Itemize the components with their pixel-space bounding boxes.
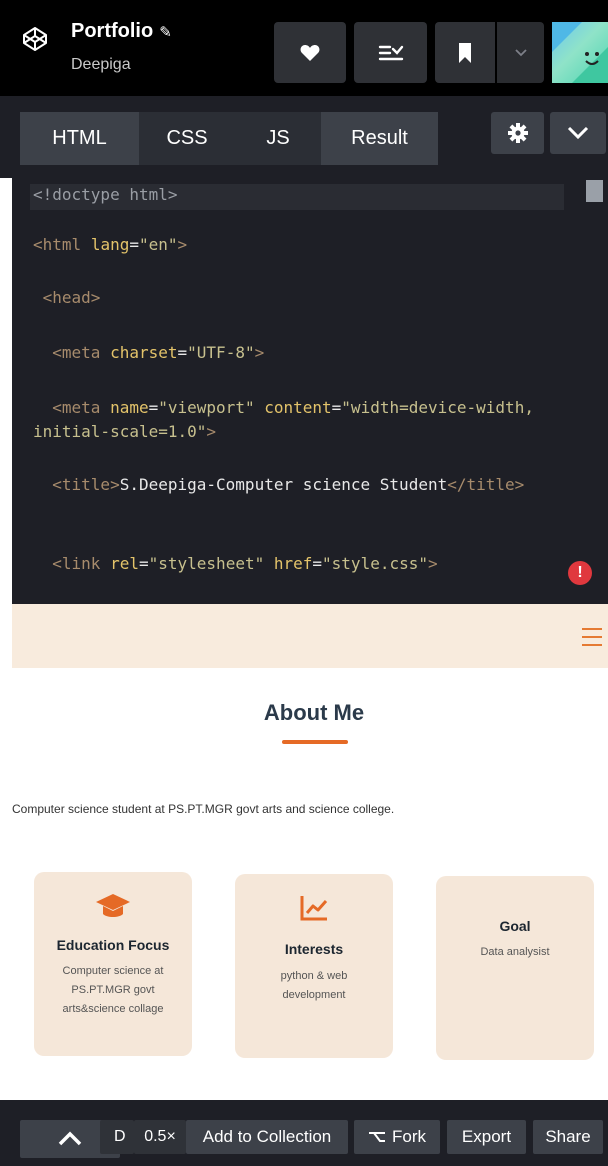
heart-icon: [300, 44, 320, 61]
share-button[interactable]: Share: [533, 1120, 603, 1154]
code-line: <head>: [42, 288, 101, 307]
preview-navbar: [12, 604, 608, 668]
avatar[interactable]: [552, 22, 608, 83]
chevron-down-icon: [514, 48, 527, 56]
about-description: Computer science student at PS.PT.MGR go…: [12, 802, 395, 816]
tab-result[interactable]: Result: [321, 112, 438, 165]
card-title: Interests: [284, 941, 344, 957]
fork-icon: [369, 1132, 385, 1142]
card-text: Data analysist: [480, 946, 550, 958]
add-to-collection-header-button[interactable]: [354, 22, 427, 83]
bookmark-icon: [459, 42, 471, 63]
bookmark-button[interactable]: [435, 22, 495, 83]
about-heading: About Me: [263, 700, 365, 725]
editor-tab-bar: HTML CSS JS Result: [0, 96, 608, 178]
zoom-level[interactable]: 0.5×: [134, 1120, 186, 1154]
fork-label: Fork: [392, 1127, 426, 1146]
like-button[interactable]: [274, 22, 346, 83]
pen-title[interactable]: Portfolio ✎: [71, 20, 172, 43]
bookmark-menu-button[interactable]: [497, 22, 544, 83]
code-line: <meta name="viewport" content="width=dev…: [33, 398, 544, 441]
tab-css[interactable]: CSS: [139, 112, 235, 165]
editor-settings-button[interactable]: [491, 112, 544, 154]
chevron-down-icon: [567, 126, 589, 140]
card-title: Goal: [499, 918, 531, 934]
card-icon-wrap: [34, 892, 192, 920]
bottom-toolbar: D 0.5× Add to Collection Fork Export Sha…: [0, 1100, 608, 1166]
card-education: Education Focus Computer science at PS.P…: [34, 872, 192, 1056]
chevron-up-icon: [58, 1131, 82, 1146]
code-line: <link rel="stylesheet" href="style.css">: [52, 554, 438, 573]
pen-header: Portfolio ✎ Deepiga: [0, 0, 608, 96]
avatar-face-icon: [552, 22, 608, 83]
pen-title-text: Portfolio: [71, 20, 154, 42]
collapse-editor-button[interactable]: [550, 112, 606, 154]
card-interests: Interests python & web development: [235, 874, 393, 1058]
console-button[interactable]: D: [100, 1120, 134, 1154]
code-line: <!doctype html>: [33, 185, 178, 204]
card-goal: Goal Data analysist: [436, 876, 594, 1060]
export-button[interactable]: Export: [447, 1120, 526, 1154]
fork-button[interactable]: Fork: [354, 1120, 440, 1154]
heading-underline: [282, 740, 348, 744]
card-text: Computer science at PS.PT.MGR govt arts&…: [62, 965, 164, 1015]
error-icon[interactable]: !: [568, 561, 592, 585]
hamburger-menu-icon[interactable]: [582, 628, 602, 646]
pen-author[interactable]: Deepiga: [71, 56, 131, 74]
codepen-logo-icon[interactable]: [22, 26, 48, 52]
code-line: <html lang="en">: [33, 235, 188, 254]
tab-html[interactable]: HTML: [20, 112, 139, 165]
card-icon-wrap: [235, 894, 393, 922]
add-to-collection-button[interactable]: Add to Collection: [186, 1120, 348, 1154]
graduation-cap-icon: [96, 894, 130, 917]
card-title: Education Focus: [56, 937, 170, 953]
code-line: <meta charset="UTF-8">: [52, 343, 265, 362]
collection-list-icon: [378, 45, 403, 60]
result-preview: About Me Computer science student at PS.…: [12, 604, 608, 1100]
gear-icon: [507, 123, 528, 143]
card-text: python & web development: [280, 970, 348, 1001]
html-code-editor[interactable]: <!doctype html> <html lang="en"> <head> …: [12, 178, 608, 604]
line-chart-icon: [300, 896, 328, 921]
pencil-icon[interactable]: ✎: [159, 24, 172, 41]
code-line: <title>S.Deepiga-Computer science Studen…: [52, 475, 525, 494]
tab-js[interactable]: JS: [235, 112, 321, 165]
